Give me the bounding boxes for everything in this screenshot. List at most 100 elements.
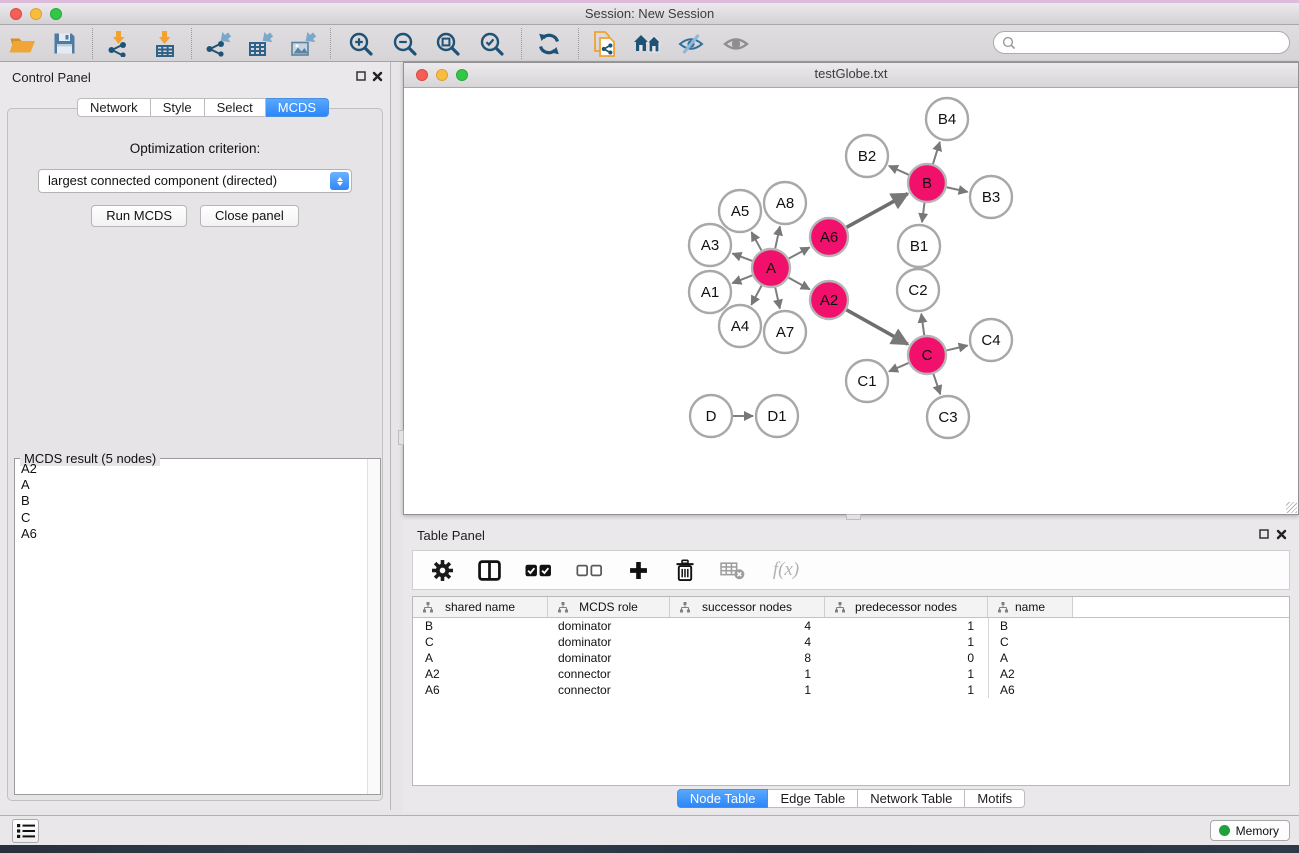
edge-A-A1[interactable] bbox=[732, 275, 752, 283]
table-cell[interactable]: A bbox=[988, 650, 1073, 666]
zoom-out-button[interactable] bbox=[385, 27, 425, 60]
mcds-result-scrollbar[interactable] bbox=[367, 459, 380, 794]
graph-node-C2[interactable]: C2 bbox=[897, 269, 939, 311]
import-table-button[interactable] bbox=[144, 27, 184, 60]
table-cell[interactable]: C bbox=[988, 634, 1073, 650]
edge-B-B4[interactable] bbox=[933, 142, 940, 164]
network-canvas[interactable]: B4B2BB3A8A5A6A3B1AC2A1A2A4A7C4CC1C3DD1 bbox=[404, 88, 1298, 514]
task-history-button[interactable] bbox=[12, 819, 39, 843]
mcds-result-item[interactable]: A bbox=[16, 477, 366, 493]
graph-node-A8[interactable]: A8 bbox=[764, 182, 806, 224]
table-row[interactable]: A6connector11A6 bbox=[413, 682, 1289, 698]
run-mcds-button[interactable]: Run MCDS bbox=[91, 205, 187, 227]
edge-A-A5[interactable] bbox=[751, 232, 761, 250]
graph-node-D[interactable]: D bbox=[690, 395, 732, 437]
edge-C-C1[interactable] bbox=[889, 363, 909, 372]
column-header-MCDS-role[interactable]: MCDS role bbox=[548, 597, 670, 617]
tab-node-table[interactable]: Node Table bbox=[677, 789, 769, 808]
mcds-result-item[interactable]: C bbox=[16, 510, 366, 526]
search-input[interactable] bbox=[1016, 33, 1289, 52]
edge-A-A7[interactable] bbox=[775, 288, 780, 309]
mcds-result-item[interactable]: A6 bbox=[16, 526, 366, 542]
table-cell[interactable]: 1 bbox=[670, 666, 825, 682]
graph-node-A[interactable]: A bbox=[752, 249, 790, 287]
zoom-fit-button[interactable] bbox=[428, 27, 468, 60]
table-cell[interactable]: connector bbox=[548, 666, 670, 682]
edge-B-B2[interactable] bbox=[889, 166, 909, 175]
table-cell[interactable]: B bbox=[413, 618, 548, 634]
table-cell[interactable]: 1 bbox=[825, 634, 988, 650]
hide-graphics-details-button[interactable] bbox=[671, 27, 711, 60]
graph-node-B4[interactable]: B4 bbox=[926, 98, 968, 140]
minimize-window-button[interactable] bbox=[30, 8, 42, 20]
tab-motifs[interactable]: Motifs bbox=[965, 789, 1025, 808]
graph-node-C[interactable]: C bbox=[908, 336, 946, 374]
network-minimize-button[interactable] bbox=[436, 69, 448, 81]
table-cell[interactable]: dominator bbox=[548, 634, 670, 650]
table-cell[interactable]: 4 bbox=[670, 634, 825, 650]
mcds-result-item[interactable]: A2 bbox=[16, 461, 366, 477]
tab-network-table[interactable]: Network Table bbox=[858, 789, 965, 808]
save-session-button[interactable] bbox=[44, 27, 84, 60]
close-panel-button-inner[interactable]: Close panel bbox=[200, 205, 299, 227]
edge-A-A8[interactable] bbox=[775, 226, 780, 248]
table-cell[interactable]: A2 bbox=[988, 666, 1073, 682]
apply-layout-button[interactable] bbox=[529, 27, 569, 60]
table-row[interactable]: A2connector11A2 bbox=[413, 666, 1289, 682]
edge-A-A3[interactable] bbox=[732, 253, 752, 260]
select-all-columns-button[interactable] bbox=[523, 557, 553, 583]
edge-C-C2[interactable] bbox=[921, 314, 924, 335]
graph-node-A4[interactable]: A4 bbox=[719, 305, 761, 347]
zoom-in-button[interactable] bbox=[341, 27, 381, 60]
export-network-button[interactable] bbox=[198, 27, 238, 60]
graph-node-A1[interactable]: A1 bbox=[689, 271, 731, 313]
table-cell[interactable]: A6 bbox=[988, 682, 1073, 698]
graph-node-C3[interactable]: C3 bbox=[927, 396, 969, 438]
table-settings-button[interactable] bbox=[429, 557, 455, 583]
graph-node-B2[interactable]: B2 bbox=[846, 135, 888, 177]
table-cell[interactable]: B bbox=[988, 618, 1073, 634]
tab-mcds[interactable]: MCDS bbox=[266, 98, 329, 117]
create-column-button[interactable] bbox=[625, 557, 651, 583]
open-session-button[interactable] bbox=[2, 27, 42, 60]
import-network-button[interactable] bbox=[98, 27, 138, 60]
network-close-button[interactable] bbox=[416, 69, 428, 81]
float-table-panel-button[interactable] bbox=[1259, 529, 1269, 539]
zoom-selected-button[interactable] bbox=[472, 27, 512, 60]
column-header-predecessor-nodes[interactable]: predecessor nodes bbox=[825, 597, 988, 617]
home-button[interactable] bbox=[628, 27, 668, 60]
mcds-result-item[interactable]: B bbox=[16, 493, 366, 509]
delete-columns-button[interactable] bbox=[672, 557, 698, 583]
edge-B-B3[interactable] bbox=[947, 187, 968, 192]
tab-edge-table[interactable]: Edge Table bbox=[768, 789, 858, 808]
close-table-panel-button[interactable] bbox=[1276, 529, 1287, 540]
show-columns-button[interactable] bbox=[476, 557, 502, 583]
table-cell[interactable]: 0 bbox=[825, 650, 988, 666]
graph-node-B3[interactable]: B3 bbox=[970, 176, 1012, 218]
table-cell[interactable]: A bbox=[413, 650, 548, 666]
graph-node-C1[interactable]: C1 bbox=[846, 360, 888, 402]
graph-node-B[interactable]: B bbox=[908, 164, 946, 202]
table-cell[interactable]: 4 bbox=[670, 618, 825, 634]
close-window-button[interactable] bbox=[10, 8, 22, 20]
graph-node-B1[interactable]: B1 bbox=[898, 225, 940, 267]
table-row[interactable]: Bdominator41B bbox=[413, 618, 1289, 634]
delete-table-button[interactable] bbox=[719, 557, 745, 583]
table-cell[interactable]: connector bbox=[548, 682, 670, 698]
show-graphics-details-button[interactable] bbox=[716, 27, 756, 60]
graph-node-A6[interactable]: A6 bbox=[810, 218, 848, 256]
unselect-all-columns-button[interactable] bbox=[574, 557, 604, 583]
edge-C-C4[interactable] bbox=[946, 345, 967, 350]
zoom-window-button[interactable] bbox=[50, 8, 62, 20]
criterion-dropdown[interactable]: largest connected component (directed) bbox=[38, 169, 352, 193]
edge-C-C3[interactable] bbox=[933, 374, 940, 394]
table-row[interactable]: Cdominator41C bbox=[413, 634, 1289, 650]
table-cell[interactable]: dominator bbox=[548, 650, 670, 666]
table-cell[interactable]: dominator bbox=[548, 618, 670, 634]
tab-network[interactable]: Network bbox=[77, 98, 151, 117]
export-table-button[interactable] bbox=[240, 27, 280, 60]
function-builder-button[interactable]: f(x) bbox=[766, 557, 806, 583]
graph-node-D1[interactable]: D1 bbox=[756, 395, 798, 437]
table-cell[interactable]: 1 bbox=[825, 682, 988, 698]
graph-node-C4[interactable]: C4 bbox=[970, 319, 1012, 361]
